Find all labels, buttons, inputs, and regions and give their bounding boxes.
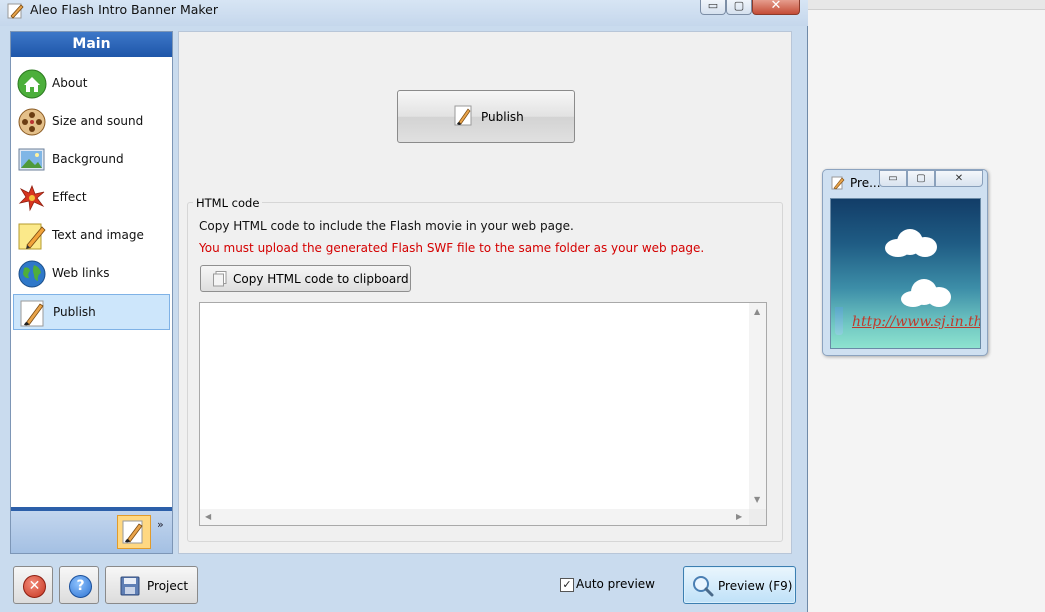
- scroll-left-icon[interactable]: ◀: [205, 512, 211, 521]
- banner-decoration: [835, 307, 843, 335]
- sidebar-item-background[interactable]: Background: [13, 142, 170, 178]
- cloud-shape: [885, 229, 939, 259]
- sidebar-item-label: Publish: [53, 305, 96, 319]
- preview-minimize-button[interactable]: ▭: [879, 170, 907, 187]
- scroll-down-icon[interactable]: ▼: [754, 495, 760, 504]
- pencil-note-icon: [18, 223, 46, 250]
- expand-chevron-icon[interactable]: »: [157, 518, 164, 531]
- brush-icon: [122, 520, 143, 544]
- minimize-icon: ▭: [707, 0, 719, 12]
- html-code-group-title: HTML code: [193, 196, 263, 210]
- app-pen-icon: [7, 3, 24, 19]
- scroll-right-icon[interactable]: ▶: [736, 512, 742, 521]
- globe-icon: [18, 260, 46, 288]
- copy-icon: [213, 271, 227, 287]
- floppy-disk-icon: [120, 576, 140, 596]
- help-icon: ?: [69, 575, 92, 598]
- splash-icon: [18, 184, 45, 212]
- sidebar-header: Main: [11, 32, 172, 57]
- preview-window: Pre... ▭ ▢ ✕ http://www.sj.in.th: [822, 169, 988, 356]
- publish-shortcut-button[interactable]: [117, 515, 151, 549]
- close-button[interactable]: ✕: [752, 0, 800, 15]
- preview-button-label: Preview (F9): [718, 579, 793, 593]
- sidebar-item-publish[interactable]: Publish: [13, 294, 170, 330]
- close-icon: ✕: [23, 575, 46, 598]
- sidebar-footer: »: [11, 507, 172, 553]
- close-icon: ✕: [770, 0, 782, 13]
- maximize-icon: ▢: [916, 173, 926, 184]
- title-bar: Aleo Flash Intro Banner Maker ▭ ▢ ✕: [0, 0, 808, 26]
- sidebar: Main About Size and sound Background Eff…: [10, 31, 173, 554]
- project-button-label: Project: [147, 579, 189, 593]
- publish-button[interactable]: Publish: [397, 90, 575, 143]
- film-reel-icon: [18, 108, 46, 136]
- sidebar-item-label: Effect: [52, 190, 87, 204]
- upload-warning-text: You must upload the generated Flash SWF …: [199, 241, 705, 255]
- horizontal-scrollbar[interactable]: ◀ ▶: [200, 509, 749, 525]
- sidebar-item-web-links[interactable]: Web links: [13, 256, 170, 292]
- close-icon: ✕: [954, 173, 964, 184]
- home-icon: [17, 69, 47, 99]
- background-window-strip: [805, 0, 1045, 10]
- project-button[interactable]: Project: [105, 566, 198, 604]
- sidebar-item-label: Web links: [52, 266, 110, 280]
- magnifier-icon: [693, 576, 714, 597]
- banner-link[interactable]: http://www.sj.in.th: [852, 314, 980, 330]
- copy-instruction-text: Copy HTML code to include the Flash movi…: [199, 219, 574, 233]
- sidebar-item-text-and-image[interactable]: Text and image: [13, 218, 170, 254]
- maximize-icon: ▢: [733, 0, 745, 12]
- sidebar-item-size-and-sound[interactable]: Size and sound: [13, 104, 170, 140]
- publish-panel: Publish HTML code Copy HTML code to incl…: [178, 31, 792, 554]
- sidebar-item-label: Text and image: [52, 228, 144, 242]
- minimize-icon: ▭: [888, 173, 898, 184]
- exit-button[interactable]: ✕: [13, 566, 53, 604]
- app-pen-icon: [831, 176, 845, 190]
- html-code-textarea[interactable]: ▲ ▼ ◀ ▶: [199, 302, 767, 526]
- preview-maximize-button[interactable]: ▢: [907, 170, 935, 187]
- sidebar-item-effect[interactable]: Effect: [13, 180, 170, 216]
- scroll-corner: [749, 509, 766, 525]
- brush-icon: [20, 300, 44, 327]
- cloud-shape: [901, 279, 953, 309]
- copy-html-button-label: Copy HTML code to clipboard: [233, 272, 409, 286]
- help-button[interactable]: ?: [59, 566, 99, 604]
- picture-icon: [18, 148, 45, 171]
- sidebar-item-label: Size and sound: [52, 114, 144, 128]
- vertical-scrollbar[interactable]: ▲ ▼: [749, 303, 766, 509]
- maximize-button[interactable]: ▢: [726, 0, 752, 15]
- auto-preview-label: Auto preview: [576, 577, 655, 591]
- sidebar-item-label: About: [52, 76, 88, 90]
- minimize-button[interactable]: ▭: [700, 0, 726, 15]
- banner-preview: http://www.sj.in.th: [830, 198, 981, 349]
- window-title: Aleo Flash Intro Banner Maker: [30, 2, 219, 17]
- brush-icon: [454, 105, 472, 126]
- preview-window-title: Pre...: [850, 176, 881, 190]
- preview-button[interactable]: Preview (F9): [683, 566, 796, 604]
- scroll-up-icon[interactable]: ▲: [754, 307, 760, 316]
- checkbox-check-icon[interactable]: ✓: [560, 578, 574, 592]
- copy-html-button[interactable]: Copy HTML code to clipboard: [200, 265, 411, 292]
- preview-close-button[interactable]: ✕: [935, 170, 983, 187]
- sidebar-item-about[interactable]: About: [13, 66, 170, 102]
- publish-button-label: Publish: [481, 110, 524, 124]
- main-window: Aleo Flash Intro Banner Maker ▭ ▢ ✕ Main…: [0, 0, 808, 612]
- bottom-toolbar: ✕ ? Project ✓ Auto preview Preview (F9): [6, 560, 802, 610]
- sidebar-item-label: Background: [52, 152, 124, 166]
